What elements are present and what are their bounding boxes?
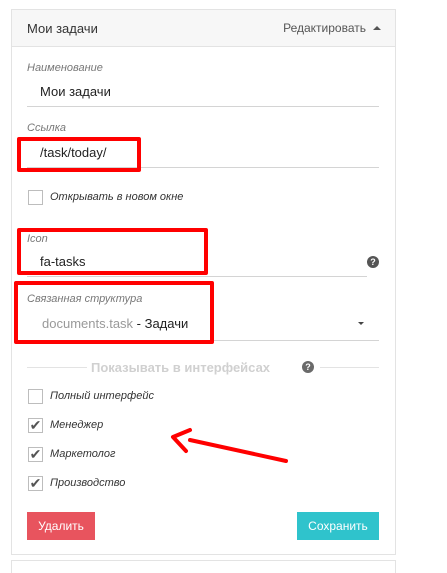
panel-header: Мои задачи Редактировать bbox=[12, 10, 395, 47]
new-window-checkbox[interactable] bbox=[28, 190, 43, 205]
icon-input[interactable]: fa-tasks bbox=[40, 254, 86, 269]
structure-label: Связанная структура bbox=[27, 293, 143, 305]
name-underline bbox=[27, 106, 379, 107]
divider-left bbox=[27, 367, 87, 368]
next-panel bbox=[11, 560, 396, 573]
icon-label: Icon bbox=[27, 233, 48, 245]
checkmark-icon: ✔ bbox=[29, 475, 42, 491]
interface-label-full: Полный интерфейс bbox=[50, 390, 154, 402]
interface-checkbox-manager[interactable]: ✔ bbox=[28, 418, 43, 433]
structure-code: documents.task bbox=[42, 316, 134, 331]
link-input[interactable]: /task/today/ bbox=[40, 145, 106, 160]
panel-title: Мои задачи bbox=[27, 21, 98, 36]
checkmark-icon: ✔ bbox=[29, 417, 42, 433]
edit-toggle[interactable]: Редактировать bbox=[283, 21, 381, 35]
caret-up-icon bbox=[373, 26, 381, 30]
checkmark-icon: ✔ bbox=[29, 446, 42, 462]
structure-name: - Задачи bbox=[133, 316, 189, 331]
delete-button[interactable]: Удалить bbox=[27, 512, 95, 540]
interface-checkbox-marketer[interactable]: ✔ bbox=[28, 447, 43, 462]
new-window-label: Открывать в новом окне bbox=[50, 191, 184, 203]
help-icon[interactable]: ? bbox=[367, 256, 379, 268]
structure-select[interactable]: documents.task - Задачи bbox=[42, 316, 188, 331]
interface-label-production: Производство bbox=[50, 477, 126, 489]
link-underline bbox=[27, 167, 379, 168]
interface-checkbox-full[interactable] bbox=[28, 389, 43, 404]
chevron-down-icon[interactable] bbox=[358, 322, 364, 325]
interfaces-title: Показывать в интерфейсах bbox=[91, 360, 271, 375]
icon-underline bbox=[27, 276, 367, 277]
interfaces-help-icon[interactable]: ? bbox=[302, 361, 314, 373]
save-button[interactable]: Сохранить bbox=[297, 512, 379, 540]
name-label: Наименование bbox=[27, 62, 103, 74]
interface-checkbox-production[interactable]: ✔ bbox=[28, 476, 43, 491]
structure-underline bbox=[27, 340, 379, 341]
name-input[interactable]: Мои задачи bbox=[40, 84, 111, 99]
link-label: Ссылка bbox=[27, 122, 67, 134]
interface-label-manager: Менеджер bbox=[50, 419, 104, 431]
edit-label: Редактировать bbox=[283, 21, 366, 35]
interface-label-marketer: Маркетолог bbox=[50, 448, 116, 460]
divider-right bbox=[320, 367, 379, 368]
